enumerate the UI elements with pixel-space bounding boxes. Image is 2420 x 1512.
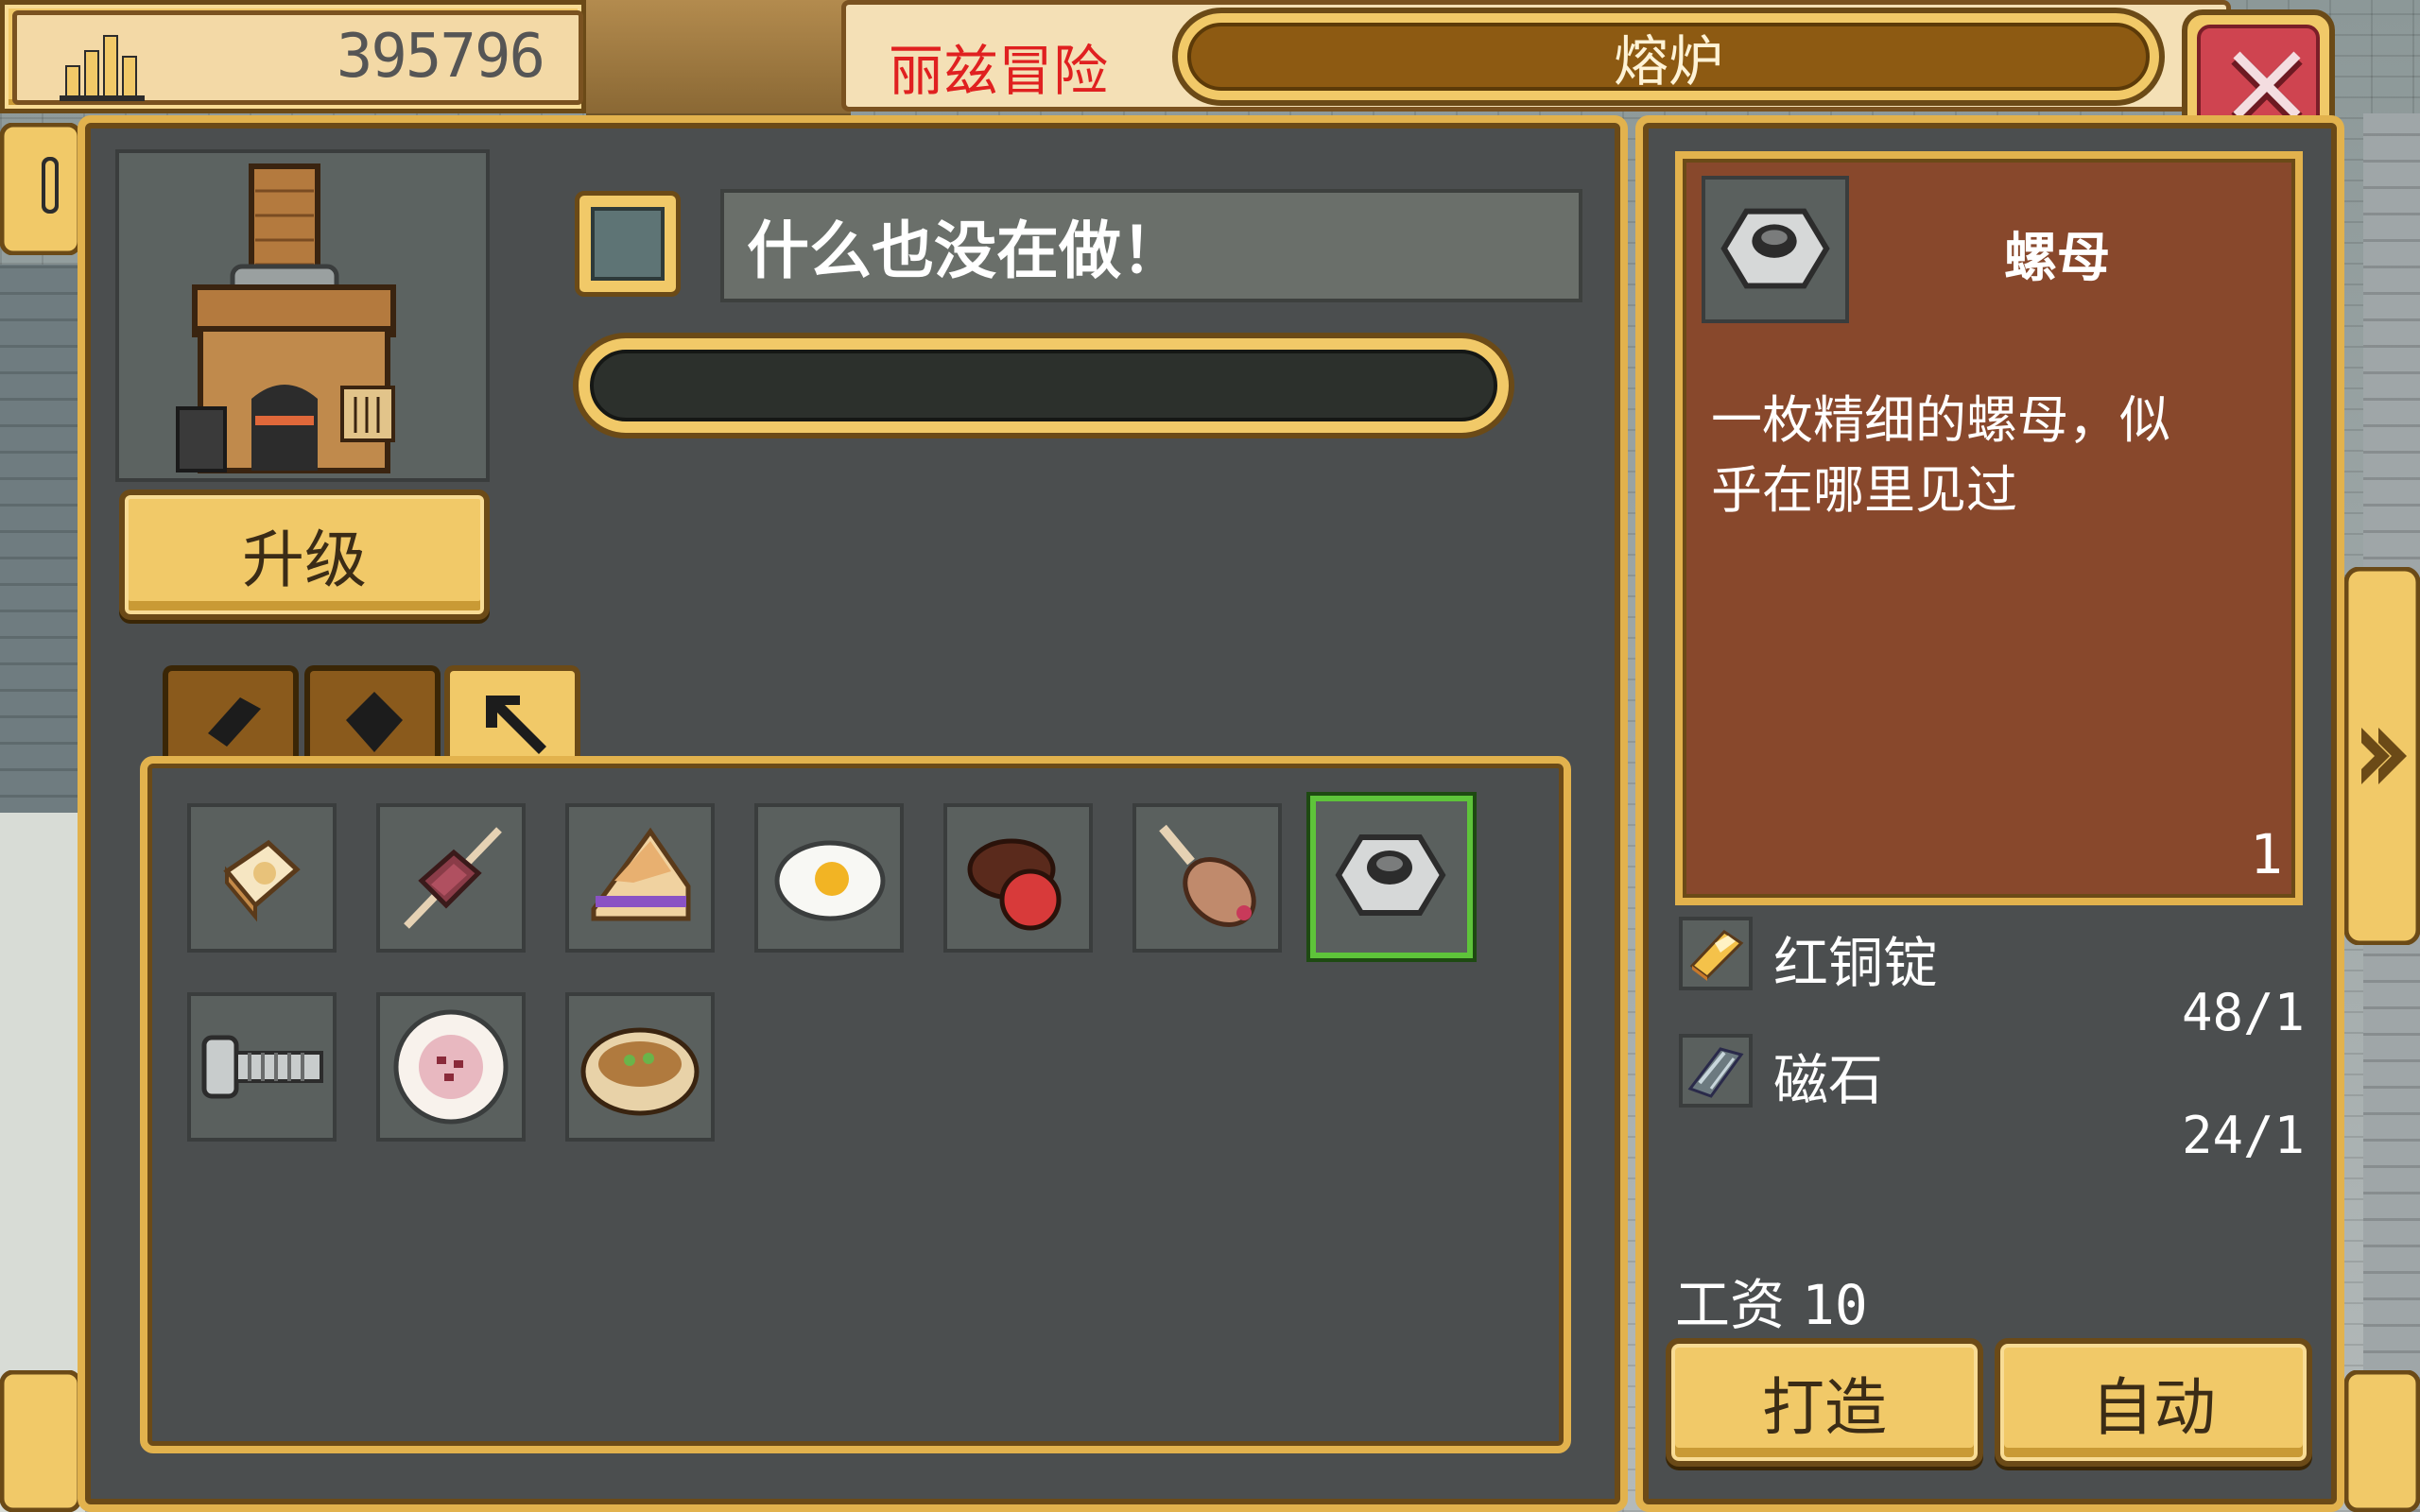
window-title: 熔炉 (1187, 23, 2150, 94)
recipe-slot-meat-plate[interactable] (376, 992, 526, 1142)
nut-icon (1720, 208, 1830, 289)
left-bottom-edge-tab[interactable] (0, 1370, 81, 1512)
wage-label: 工资 (1675, 1273, 1786, 1337)
material-name: 磁石 (1773, 1048, 1884, 1112)
nut-icon (1335, 834, 1446, 916)
furnace-portrait (115, 149, 490, 482)
tab-ingots[interactable] (163, 665, 299, 764)
craft-progress-bar (573, 333, 1514, 438)
detail-item-frame (1702, 176, 1849, 323)
material-name: 红铜锭 (1773, 931, 1939, 995)
upgrade-button[interactable]: 升级 (119, 490, 490, 620)
status-checkbox[interactable] (575, 191, 681, 297)
roasted-acorn-icon (967, 838, 1062, 931)
material-qty: 24/1 (2182, 1106, 2306, 1165)
recipe-slot-meat-skewer[interactable] (376, 803, 526, 953)
auto-craft-button[interactable]: 自动 (1995, 1338, 2312, 1467)
recipe-slot-roasted-drumstick[interactable] (1132, 803, 1282, 953)
wage-value: 10 (1802, 1273, 1868, 1337)
recipe-slot-bolt[interactable] (187, 992, 337, 1142)
recipe-slot-toast[interactable] (187, 803, 337, 953)
soup-bowl-icon (580, 1027, 700, 1116)
wage: 工资 10 (1675, 1261, 1868, 1340)
pickaxe-icon (486, 696, 546, 754)
status-text: 什么也没在做！ (720, 189, 1582, 302)
toast-icon (223, 839, 301, 922)
roasted-drumstick-icon (1159, 824, 1256, 927)
item-count: 1 (2250, 822, 2283, 886)
background-building (586, 0, 851, 119)
meat-skewer-icon (404, 827, 502, 929)
material-slot-copper-ingot (1679, 917, 1753, 990)
tab-gems[interactable] (304, 665, 441, 764)
recipe-slot-soup-bowl[interactable] (565, 992, 715, 1142)
recipe-slot-roasted-acorn[interactable] (943, 803, 1093, 953)
status-checkbox-fill (591, 207, 665, 281)
coin-stack-icon (60, 35, 145, 101)
right-side-arrow-tab[interactable] (2344, 567, 2420, 945)
item-description-line: 乎在哪里见过 (1711, 460, 2017, 520)
copper-ingot-icon (1689, 930, 1744, 981)
fried-egg-icon (774, 840, 886, 921)
recipe-slot-fried-egg[interactable] (754, 803, 904, 953)
ingot-icon (208, 697, 261, 747)
item-name: 螺母 (2004, 228, 2110, 289)
meat-plate-icon (393, 1009, 509, 1125)
recipe-slot-cake-slice[interactable] (565, 803, 715, 953)
tab-tools[interactable] (444, 665, 580, 769)
coin-count: 395796 (336, 22, 545, 92)
item-description-line: 一枚精细的螺母，似 (1711, 390, 2170, 450)
coin-bar: 395796 (0, 0, 586, 113)
right-bottom-edge-tab[interactable] (2344, 1370, 2420, 1512)
bolt-icon (201, 1035, 323, 1099)
craft-button[interactable]: 打造 (1666, 1338, 1983, 1467)
item-description: 一枚精细的螺母，似 乎在哪里见过 (1711, 386, 2269, 525)
material-slot-magnetite (1679, 1034, 1753, 1108)
window-title-bar: 熔炉 (1172, 8, 2165, 106)
furnace-icon (176, 163, 396, 473)
material-qty: 48/1 (2182, 983, 2306, 1042)
gem-icon (346, 692, 403, 752)
adventure-title: 丽兹冒险 (889, 39, 1109, 103)
recipe-slot-nut[interactable] (1310, 796, 1473, 958)
magnetite-icon (1687, 1047, 1744, 1098)
left-edge-tab[interactable] (0, 123, 81, 255)
cake-slice-icon (591, 827, 691, 921)
progress-track (590, 350, 1497, 421)
